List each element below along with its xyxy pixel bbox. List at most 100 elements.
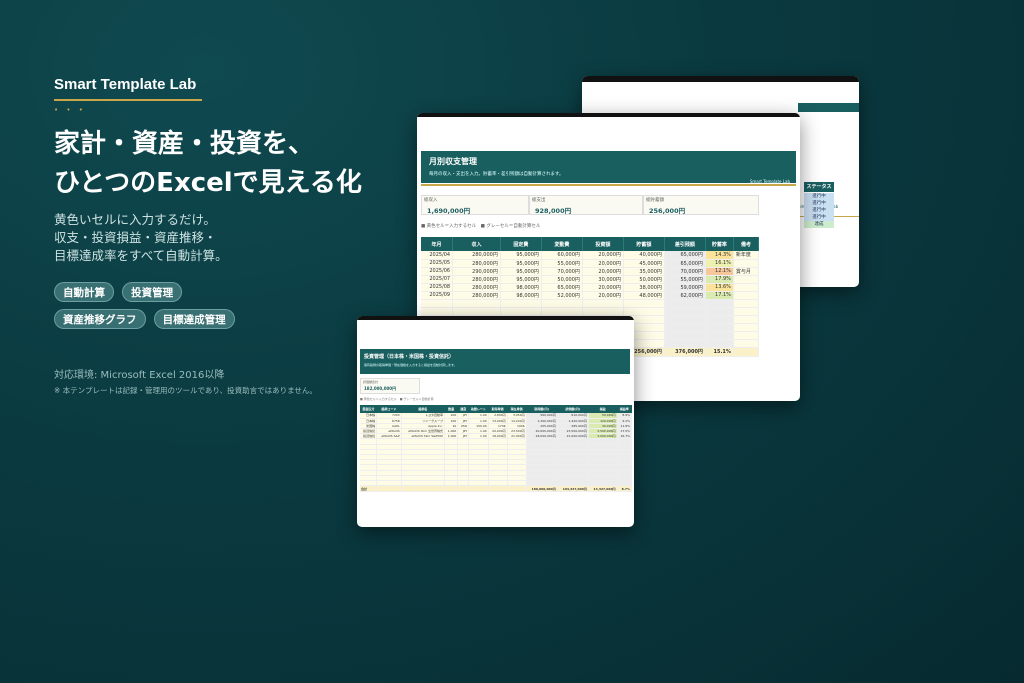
table-cell	[733, 339, 760, 348]
table-cell: 290,000円	[452, 267, 501, 276]
sheet-description: 毎月の収入・支出を入力。貯蓄率・差引残額は自動計算されます。	[429, 172, 564, 177]
table-cell: 95,000円	[500, 259, 542, 268]
table-cell	[733, 307, 760, 316]
table-cell	[733, 259, 760, 268]
table-cell	[421, 307, 454, 316]
empty-row	[421, 307, 760, 316]
total-cell	[468, 485, 489, 493]
table-cell	[733, 291, 760, 300]
table-cell: 98,000円	[500, 291, 542, 300]
table-cell: 52,000円	[541, 291, 583, 300]
table-cell: 2025/06	[421, 267, 454, 276]
total-cell: 194,327,000円	[557, 485, 589, 493]
table-cell: 17.9%	[705, 275, 734, 284]
table-cell: 280,000円	[452, 259, 501, 268]
table-cell	[733, 275, 760, 284]
headline-line-1: 家計・資産・投資を、	[54, 129, 315, 159]
kpi-value: 1,690,000円	[427, 207, 471, 215]
table-cell: 60,000円	[541, 251, 583, 260]
table-cell: 65,000円	[541, 283, 583, 292]
subtitle: 黄色いセルに入力するだけ。 収支・投資損益・資産推移・ 目標達成率をすべて自動計…	[54, 211, 228, 265]
subtitle-line-2: 収支・投資損益・資産推移・	[54, 230, 217, 245]
table-cell	[705, 331, 734, 340]
table-row: 2025/08 280,000円 98,000円 65,000円 20,000円 38,0…	[421, 283, 760, 292]
table-cell	[733, 283, 760, 292]
table-cell: 55,000円	[541, 259, 583, 268]
kpi-total-income: 総収入 1,690,000円	[421, 195, 529, 215]
column-header: 数量	[444, 405, 458, 413]
tag-investment: 投資管理	[122, 282, 183, 302]
disclaimer: ※ 本テンプレートは記録・管理用のツールであり、投資助言ではありません。	[54, 386, 317, 395]
sheet-description: 保有銘柄の取得単価・現在価格を入力すると損益を自動計算します。	[364, 363, 457, 367]
table-cell: 280,000円	[452, 291, 501, 300]
investment-table: 資産区分 銘柄コード 銘柄名 数量 通貨 為替レート 取得単価 現在単価 取得額(円) 評価額(円…	[360, 405, 633, 493]
column-header: 取得額(円)	[526, 405, 558, 413]
table-cell: 35,000円	[623, 267, 665, 276]
table-cell: 280,000円	[452, 251, 501, 260]
kpi-valuation: 評価額合計 182,000,000円	[360, 378, 420, 394]
total-cell	[488, 485, 508, 493]
gold-rule	[421, 184, 796, 186]
column-header: 貯蓄額	[623, 237, 665, 251]
table-row: 2025/05 280,000円 95,000円 55,000円 20,000円 45,0…	[421, 259, 760, 268]
table-cell: 20,000円	[582, 267, 624, 276]
cell-legend: ■ 黄色セル＝入力するセル ■ グレーセル＝自動計算	[360, 397, 434, 401]
decorative-dots: • • •	[54, 106, 86, 114]
total-cell: 15.1%	[705, 346, 734, 357]
table-cell	[582, 299, 624, 308]
status-header: ステータス	[804, 182, 834, 192]
table-cell: 70,000円	[541, 267, 583, 276]
table-cell: 2025/04	[421, 251, 454, 260]
table-cell: 20,000円	[582, 291, 624, 300]
status-cell: 達成	[804, 221, 834, 228]
table-cell	[541, 299, 583, 308]
table-cell: 新年度	[733, 251, 760, 260]
table-cell	[500, 307, 542, 316]
column-header: 損益率	[617, 405, 632, 413]
environment-note: 対応環境: Microsoft Excel 2016以降	[54, 370, 225, 381]
table-cell: 65,000円	[664, 251, 706, 260]
status-cell: 進行中	[804, 207, 834, 214]
table-cell: 20,000円	[582, 251, 624, 260]
column-header: 備考	[733, 237, 760, 251]
table-cell: 投資信託	[360, 433, 378, 440]
sheet-top-bar	[417, 113, 800, 117]
sheet-title: 投資管理（日本株・米国株・投資信託）	[364, 354, 455, 360]
total-row: 合計 180,000,000円 194,327,000円 14,327,000円 8.7…	[360, 485, 633, 493]
column-header: 差引残額	[664, 237, 706, 251]
table-cell	[623, 307, 665, 316]
column-header: 現在単価	[507, 405, 527, 413]
column-header: 銘柄コード	[376, 405, 402, 413]
table-cell	[705, 315, 734, 324]
table-cell	[664, 315, 706, 324]
table-row: 2025/07 280,000円 95,000円 50,000円 30,000円 50,0…	[421, 275, 760, 284]
table-cell	[705, 323, 734, 332]
brand-name: Smart Template Lab	[54, 76, 197, 93]
table-cell	[664, 323, 706, 332]
table-cell: 2025/07	[421, 275, 454, 284]
total-cell: 180,000,000円	[526, 485, 558, 493]
kpi-label: 総支出	[532, 198, 546, 203]
sheet-header-band	[798, 103, 859, 112]
table-cell	[582, 307, 624, 316]
column-header: 投資額	[582, 237, 624, 251]
table-cell: 16.1%	[705, 259, 734, 268]
kpi-value: 256,000円	[649, 207, 686, 215]
subtitle-line-1: 黄色いセルに入力するだけ。	[54, 212, 216, 227]
headline: 家計・資産・投資を、 ひとつのExcelで見える化	[54, 125, 362, 203]
table-cell: 280,000円	[452, 283, 501, 292]
column-header: 固定費	[500, 237, 542, 251]
table-row: 2025/04 280,000円 95,000円 60,000円 20,000円 40,0…	[421, 251, 760, 260]
table-cell	[733, 299, 760, 308]
total-cell	[401, 485, 446, 493]
table-cell: eMAXIS Slim 全世界株式	[401, 428, 446, 435]
table-cell: 65,000円	[664, 259, 706, 268]
table-cell	[541, 307, 583, 316]
cell-legend: ■ 黄色セル＝入力するセル ■ グレーセル＝自動計算セル	[421, 224, 541, 229]
table-cell: 50,000円	[541, 275, 583, 284]
kpi-label: 総収入	[424, 198, 438, 203]
status-cell: 進行中	[804, 193, 834, 200]
total-cell	[376, 485, 402, 493]
kpi-total-savings: 総貯蓄額 256,000円	[643, 195, 759, 215]
column-header: 資産区分	[360, 405, 377, 413]
